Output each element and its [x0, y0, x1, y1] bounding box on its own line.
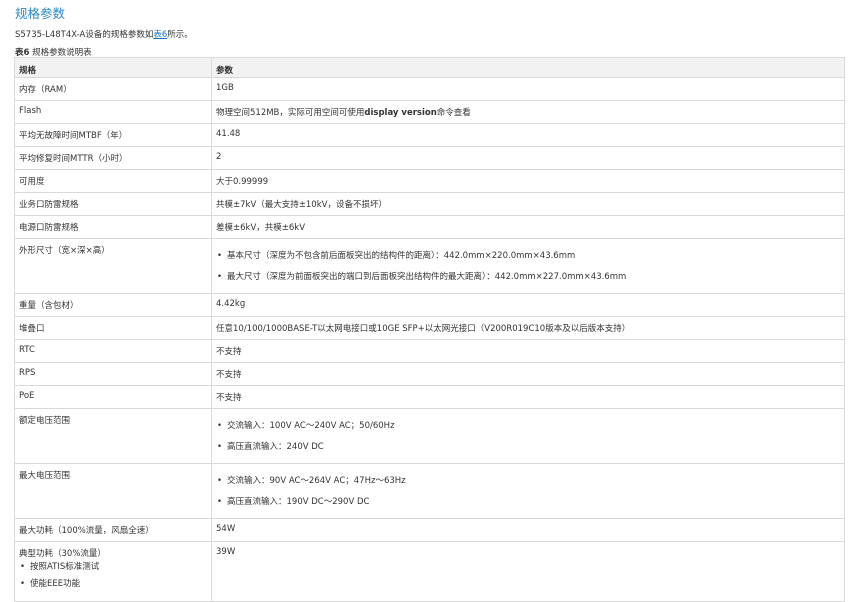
list-item: 高压直流输入：240V DC — [216, 442, 840, 463]
spec-text: 典型功耗（30%流量） — [19, 549, 106, 559]
table-row: 重量（含包材） 4.42kg — [14, 293, 845, 317]
list-item: 高压直流输入：190V DC～290V DC — [216, 497, 840, 518]
table-row: RPS 不支持 — [14, 362, 845, 386]
command-text: display version — [364, 108, 437, 118]
spec-cell: 重量（含包材） — [14, 293, 212, 317]
table-row: 可用度 大于0.99999 — [14, 169, 845, 193]
value-cell: 共模±7kV（最大支持±10kV，设备不损坏） — [211, 192, 845, 216]
spec-cell: 最大电压范围 — [14, 463, 212, 519]
table-row: 堆叠口 任意10/100/1000BASE-T以太网电接口或10GE SFP+以… — [14, 316, 845, 340]
table-row: 内存（RAM） 1GB — [14, 77, 845, 101]
spec-cell: 最大功耗（100%流量，风扇全速） — [14, 518, 212, 542]
value-cell: 大于0.99999 — [211, 169, 845, 193]
value-cell: 1GB — [211, 77, 845, 101]
table-row: 最大功耗（100%流量，风扇全速） 54W — [14, 518, 845, 542]
spec-cell: Flash — [14, 100, 212, 124]
value-cell: 不支持 — [211, 362, 845, 386]
intro-text-end: 所示。 — [167, 30, 193, 40]
list-item: 使能EEE功能 — [19, 579, 207, 596]
spec-cell: 平均修复时间MTTR（小时） — [14, 146, 212, 170]
value-text-end: 命令查看 — [436, 108, 471, 118]
table-6-link[interactable]: 表6 — [153, 30, 167, 40]
bullet-list: 按照ATIS标准测试 使能EEE功能 — [19, 562, 207, 596]
value-cell: 4.42kg — [211, 293, 845, 317]
header-spec: 规格 — [14, 57, 212, 78]
intro-paragraph: S5735-L48T4X-A设备的规格参数如表6所示。 — [15, 28, 193, 40]
value-cell: 不支持 — [211, 339, 845, 363]
page-title: 规格参数 — [15, 6, 66, 21]
table-row: 平均无故障时间MTBF（年） 41.48 — [14, 123, 845, 147]
bullet-list: 交流输入：90V AC～264V AC；47Hz～63Hz 高压直流输入：190… — [216, 476, 840, 518]
table-row: 额定电压范围 交流输入：100V AC～240V AC；50/60Hz 高压直流… — [14, 408, 845, 464]
spec-cell: RTC — [14, 339, 212, 363]
document-page: 规格参数 S5735-L48T4X-A设备的规格参数如表6所示。 表6 规格参数… — [0, 0, 858, 602]
header-value: 参数 — [211, 57, 845, 78]
value-cell: 41.48 — [211, 123, 845, 147]
table-row: 平均修复时间MTTR（小时） 2 — [14, 146, 845, 170]
table-row: 电源口防雷规格 差模±6kV，共模±6kV — [14, 215, 845, 239]
spec-cell: 外形尺寸（宽×深×高） — [14, 238, 212, 294]
bullet-list: 交流输入：100V AC～240V AC；50/60Hz 高压直流输入：240V… — [216, 421, 840, 463]
value-cell: 基本尺寸（深度为不包含前后面板突出的结构件的距离）：442.0mm×220.0m… — [211, 238, 845, 294]
list-item: 交流输入：90V AC～264V AC；47Hz～63Hz — [216, 476, 840, 497]
spec-cell: 电源口防雷规格 — [14, 215, 212, 239]
list-item: 基本尺寸（深度为不包含前后面板突出的结构件的距离）：442.0mm×220.0m… — [216, 251, 840, 272]
value-cell: 物理空间512MB，实际可用空间可使用display version命令查看 — [211, 100, 845, 124]
spec-cell: 内存（RAM） — [14, 77, 212, 101]
value-text: 物理空间512MB，实际可用空间可使用 — [216, 108, 365, 118]
bullet-list: 基本尺寸（深度为不包含前后面板突出的结构件的距离）：442.0mm×220.0m… — [216, 251, 840, 293]
table-row: 典型功耗（30%流量） 按照ATIS标准测试 使能EEE功能 39W — [14, 541, 845, 602]
value-cell: 交流输入：100V AC～240V AC；50/60Hz 高压直流输入：240V… — [211, 408, 845, 464]
spec-table: 规格 参数 内存（RAM） 1GB Flash 物理空间512MB，实际可用空间… — [14, 57, 845, 602]
list-item: 按照ATIS标准测试 — [19, 562, 207, 579]
spec-cell: 典型功耗（30%流量） 按照ATIS标准测试 使能EEE功能 — [14, 541, 212, 602]
list-item: 交流输入：100V AC～240V AC；50/60Hz — [216, 421, 840, 442]
value-cell: 不支持 — [211, 385, 845, 409]
spec-cell: 平均无故障时间MTBF（年） — [14, 123, 212, 147]
table-row: Flash 物理空间512MB，实际可用空间可使用display version… — [14, 100, 845, 124]
table-row: 最大电压范围 交流输入：90V AC～264V AC；47Hz～63Hz 高压直… — [14, 463, 845, 519]
intro-text: S5735-L48T4X-A设备的规格参数如 — [15, 30, 154, 40]
value-cell: 差模±6kV，共模±6kV — [211, 215, 845, 239]
value-cell: 54W — [211, 518, 845, 542]
table-row: 外形尺寸（宽×深×高） 基本尺寸（深度为不包含前后面板突出的结构件的距离）：44… — [14, 238, 845, 294]
value-cell: 任意10/100/1000BASE-T以太网电接口或10GE SFP+以太网光接… — [211, 316, 845, 340]
spec-cell: 堆叠口 — [14, 316, 212, 340]
table-row: RTC 不支持 — [14, 339, 845, 363]
spec-cell: PoE — [14, 385, 212, 409]
spec-cell: 额定电压范围 — [14, 408, 212, 464]
value-cell: 2 — [211, 146, 845, 170]
table-row: PoE 不支持 — [14, 385, 845, 409]
spec-cell: RPS — [14, 362, 212, 386]
table-row: 业务口防雷规格 共模±7kV（最大支持±10kV，设备不损坏） — [14, 192, 845, 216]
spec-cell: 可用度 — [14, 169, 212, 193]
list-item: 最大尺寸（深度为前面板突出的端口到后面板突出结构件的最大距离）：442.0mm×… — [216, 272, 840, 293]
table-header-row: 规格 参数 — [14, 57, 845, 78]
value-cell: 39W — [211, 541, 845, 602]
spec-cell: 业务口防雷规格 — [14, 192, 212, 216]
value-cell: 交流输入：90V AC～264V AC；47Hz～63Hz 高压直流输入：190… — [211, 463, 845, 519]
